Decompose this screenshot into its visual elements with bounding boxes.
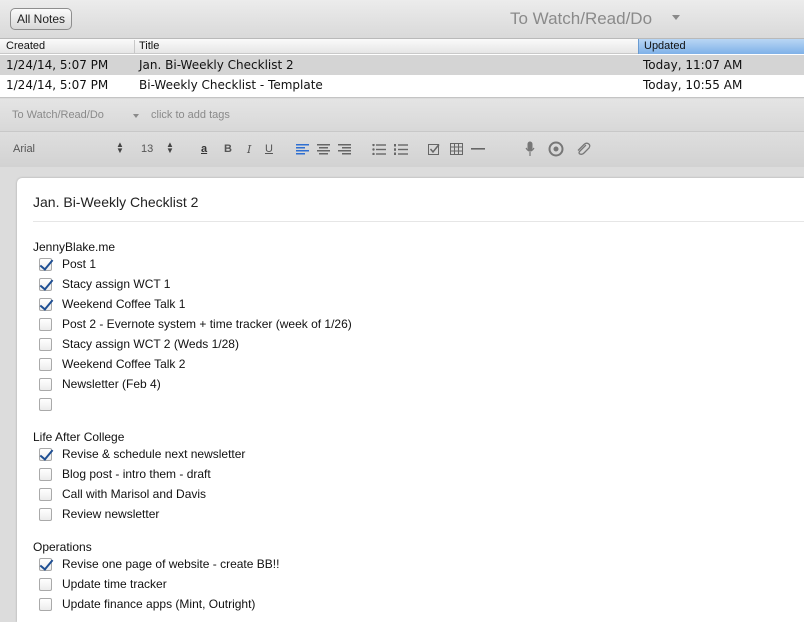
microphone-icon[interactable] (525, 141, 535, 157)
insert-table-icon[interactable] (450, 143, 463, 155)
font-size-select[interactable]: 13 (141, 143, 153, 155)
checkbox-checked[interactable] (39, 278, 52, 291)
checkbox[interactable] (39, 468, 52, 481)
checkbox-checked[interactable] (39, 298, 52, 311)
chevron-down-icon[interactable] (672, 15, 680, 20)
column-header-created[interactable]: Created (6, 40, 45, 53)
underline-button[interactable]: U (265, 143, 273, 155)
note-created: 1/24/14, 5:07 PM (6, 78, 109, 92)
note-editor[interactable]: Jan. Bi-Weekly Checklist 2 JennyBlake.me… (17, 178, 804, 622)
note-updated: Today, 11:07 AM (643, 58, 743, 72)
font-family-stepper-icon[interactable]: ▲ ▼ (116, 141, 124, 155)
checkbox[interactable] (39, 508, 52, 521)
checkbox[interactable] (39, 488, 52, 501)
checklist-item-label: Blog post - intro them - draft (62, 467, 211, 481)
checklist-item-label: Weekend Coffee Talk 1 (62, 297, 186, 311)
webcam-icon[interactable] (548, 141, 564, 157)
horizontal-rule-icon[interactable] (471, 148, 485, 150)
font-family-select[interactable]: Arial (13, 143, 35, 155)
notebook-title[interactable]: To Watch/Read/Do (510, 9, 652, 29)
align-left-icon[interactable] (296, 144, 309, 155)
add-tags-field[interactable]: click to add tags (151, 109, 230, 121)
checkbox-checked[interactable] (39, 448, 52, 461)
note-row[interactable]: 1/24/14, 5:07 PM Bi-Weekly Checklist - T… (0, 75, 804, 95)
checklist-item-label: Post 1 (62, 257, 97, 271)
checkbox[interactable] (39, 398, 52, 411)
section-title: Operations (33, 540, 92, 554)
checklist-item-label: Post 2 - Evernote system + time tracker … (62, 317, 352, 331)
italic-button[interactable]: I (247, 143, 251, 156)
chevron-down-icon[interactable] (133, 114, 139, 118)
all-notes-button[interactable]: All Notes (10, 8, 73, 30)
text-color-icon[interactable]: a (201, 143, 207, 155)
align-right-icon[interactable] (338, 144, 351, 155)
tag-bar: To Watch/Read/Do click to add tags (0, 99, 804, 131)
format-toolbar: Arial ▲ ▼ 13 ▲ ▼ a B I U (0, 131, 804, 167)
font-size-stepper-icon[interactable]: ▲ ▼ (166, 141, 174, 155)
bulleted-list-icon[interactable] (372, 144, 386, 155)
checkbox[interactable] (39, 338, 52, 351)
checkbox-checked[interactable] (39, 258, 52, 271)
checkbox-checked[interactable] (39, 558, 52, 571)
numbered-list-icon[interactable] (394, 144, 408, 155)
note-title-cell: Jan. Bi-Weekly Checklist 2 (139, 58, 294, 72)
note-updated: Today, 10:55 AM (643, 78, 743, 92)
note-list: Created Title Updated 1/24/14, 5:07 PM J… (0, 39, 804, 98)
note-created: 1/24/14, 5:07 PM (6, 58, 109, 72)
checklist-item-label: Revise & schedule next newsletter (62, 447, 246, 461)
notebook-selector[interactable]: To Watch/Read/Do (12, 109, 104, 121)
section-title: Life After College (33, 430, 125, 444)
insert-checkbox-icon[interactable] (428, 143, 441, 156)
checkbox[interactable] (39, 578, 52, 591)
bold-button[interactable]: B (224, 143, 232, 155)
checklist-item-label: Update time tracker (62, 577, 167, 591)
checklist-item-label: Review newsletter (62, 507, 160, 521)
checkbox[interactable] (39, 358, 52, 371)
checklist-item-label: Newsletter (Feb 4) (62, 377, 161, 391)
note-title-cell: Bi-Weekly Checklist - Template (139, 78, 323, 92)
note-title[interactable]: Jan. Bi-Weekly Checklist 2 (33, 194, 198, 210)
checkbox[interactable] (39, 378, 52, 391)
checklist-item-label: Revise one page of website - create BB!! (62, 557, 280, 571)
align-center-icon[interactable] (317, 144, 330, 155)
checklist-item-label: Stacy assign WCT 2 (Weds 1/28) (62, 337, 239, 351)
checklist-item-label: Stacy assign WCT 1 (62, 277, 171, 291)
checkbox[interactable] (39, 598, 52, 611)
checklist-item-label: Call with Marisol and Davis (62, 487, 207, 501)
top-bar: All Notes To Watch/Read/Do (0, 0, 804, 39)
section-title: JennyBlake.me (33, 240, 116, 254)
checkbox[interactable] (39, 318, 52, 331)
note-list-header: Created Title Updated (0, 39, 804, 54)
title-divider (33, 221, 804, 222)
column-header-updated[interactable]: Updated (638, 39, 804, 54)
column-header-title[interactable]: Title (139, 40, 159, 53)
note-row[interactable]: 1/24/14, 5:07 PM Jan. Bi-Weekly Checklis… (0, 55, 804, 75)
column-separator (134, 40, 135, 53)
paperclip-icon[interactable] (575, 141, 591, 157)
checklist-item-label: Weekend Coffee Talk 2 (62, 357, 186, 371)
checklist-item-label: Update finance apps (Mint, Outright) (62, 597, 256, 611)
